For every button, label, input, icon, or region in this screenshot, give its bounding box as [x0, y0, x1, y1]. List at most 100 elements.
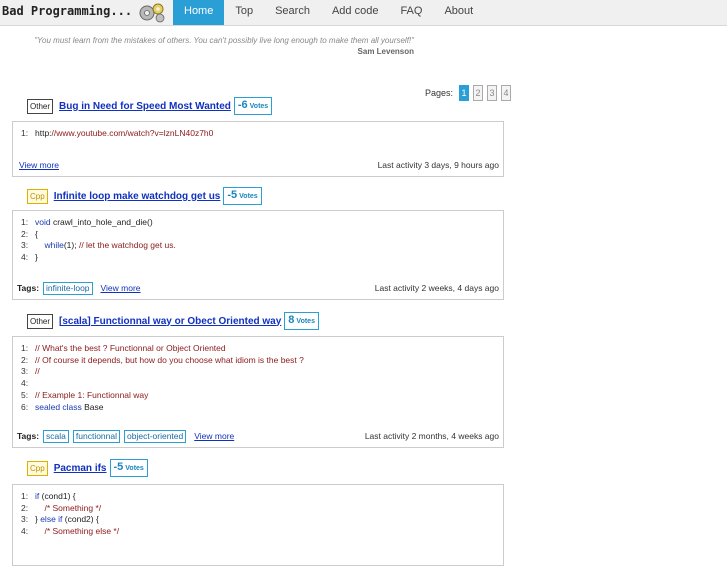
code-panel-3: 1: // What's the best ? Functionnal or Ob… — [12, 336, 504, 448]
code-token: /* Something else */ — [44, 526, 120, 537]
code-token: { — [35, 228, 38, 239]
language-badge: Cpp — [27, 460, 48, 476]
line-number: 3: — [21, 366, 29, 377]
vote-badge[interactable]: -5 Votes — [109, 459, 148, 477]
post-footer: Tags: infinite-loop View more Last activ… — [17, 281, 499, 295]
code-line: 4: — [21, 378, 503, 390]
pagination-label: Pages: — [425, 88, 454, 98]
line-number: 1: — [21, 217, 29, 227]
code-token: void — [35, 217, 51, 227]
view-more-link[interactable]: View more — [194, 431, 234, 441]
post-title-link[interactable]: Bug in Need for Speed Most Wanted — [59, 101, 231, 112]
line-number: 5: — [21, 389, 29, 400]
post-title-link[interactable]: [scala] Functionnal way or Obect Oriente… — [59, 316, 281, 327]
code-line: 1: void crawl_into_hole_and_die() — [21, 217, 503, 229]
tag-object-oriented[interactable]: object-oriented — [124, 429, 187, 443]
vote-badge[interactable]: -6 Votes — [233, 97, 273, 115]
code-token: //www.youtube.com/watch?v=lznLN40z7h0 — [51, 128, 214, 138]
code-token: else if — [40, 514, 63, 525]
code-line: 4: /* Something else */ — [21, 526, 503, 538]
code-line: 6: sealed class Base — [21, 402, 503, 414]
page-link-2[interactable]: 2 — [473, 85, 484, 101]
code-block: 1: http://www.youtube.com/watch?v=lznLN40… — [13, 122, 503, 140]
line-number: 2: — [21, 228, 29, 239]
language-badge: Other — [27, 98, 54, 114]
post-title-link[interactable]: Infinite loop make watchdog get us — [54, 191, 221, 202]
line-number: 4: — [21, 526, 29, 537]
tag-functionnal[interactable]: functionnal — [72, 429, 121, 443]
code-line: 1: http://www.youtube.com/watch?v=lznLN40… — [21, 128, 503, 140]
post-2: Cpp Infinite loop make watchdog get us -… — [27, 187, 262, 205]
post-1: Other Bug in Need for Speed Most Wanted … — [27, 97, 273, 115]
code-token: (cond1) { — [39, 491, 76, 501]
code-line: 3:} else if (cond2) { — [21, 514, 503, 526]
line-number: 1: — [21, 343, 29, 353]
line-number: 2: — [21, 502, 29, 513]
line-number: 3: — [21, 514, 29, 525]
post-4: Cpp Pacman ifs -5 Votes — [27, 459, 148, 477]
post-footer: Tags: scala functionnal object-oriented … — [17, 429, 499, 443]
code-token: // Example 1: Functionnal way — [35, 389, 149, 400]
last-activity: Last activity 3 days, 9 hours ago — [377, 160, 499, 170]
vote-badge[interactable]: -5 Votes — [223, 187, 262, 205]
nav-search[interactable]: Search — [264, 0, 321, 25]
line-number: 6: — [21, 401, 29, 412]
code-panel-4: 1: if (cond1) {2: /* Something */3:} else… — [12, 484, 504, 566]
nav-home[interactable]: Home — [173, 0, 225, 25]
vote-badge[interactable]: 8 Votes — [284, 312, 319, 330]
post-footer: View more Last activity 3 days, 9 hours … — [17, 158, 499, 172]
tags-label: Tags: — [17, 431, 40, 441]
code-block: 1: if (cond1) {2: /* Something */3:} else… — [13, 485, 503, 538]
page-link-3[interactable]: 3 — [487, 85, 498, 101]
line-number: 4: — [21, 252, 29, 263]
page-link-4[interactable]: 4 — [501, 85, 512, 101]
code-token: (cond2) { — [62, 514, 99, 525]
nav-add-code[interactable]: Add code — [321, 0, 389, 25]
post-title-row: Other Bug in Need for Speed Most Wanted … — [27, 97, 273, 115]
tag-infinite-loop[interactable]: infinite-loop — [43, 281, 93, 295]
code-token: // What's the best ? Functionnal or Obje… — [35, 343, 226, 353]
line-number: 4: — [21, 378, 29, 389]
header-quote: "You must learn from the mistakes of oth… — [34, 36, 414, 45]
code-token: /* Something */ — [44, 502, 102, 513]
code-token: (1); — [63, 240, 79, 251]
code-token: } — [35, 252, 38, 263]
line-number: 2: — [21, 354, 29, 365]
tag-scala[interactable]: scala — [43, 429, 69, 443]
language-badge: Other — [27, 313, 54, 329]
code-block: 1: // What's the best ? Functionnal or Ob… — [13, 337, 503, 413]
code-line: 2: /* Something */ — [21, 503, 503, 515]
gears-logo-icon — [139, 3, 165, 23]
view-more-link[interactable]: View more — [101, 283, 141, 293]
code-token: // let the watchdog get us. — [78, 240, 176, 251]
page-link-1[interactable]: 1 — [459, 85, 470, 101]
line-number: 1: — [21, 128, 29, 138]
nav-about[interactable]: About — [433, 0, 484, 25]
code-panel-2: 1: void crawl_into_hole_and_die() 2: {3: wh… — [12, 210, 504, 300]
code-line: 3: // — [21, 366, 503, 378]
language-badge: Cpp — [27, 188, 48, 204]
code-line: 1: if (cond1) { — [21, 491, 503, 503]
tags-label: Tags: — [17, 283, 40, 293]
code-line: 4:} — [21, 252, 503, 264]
quote-author: Sam Levenson — [357, 47, 414, 56]
main-nav: Home Top Search Add code FAQ About — [173, 0, 484, 25]
code-line: 3: while(1); // let the watchdog get us. — [21, 240, 503, 252]
pagination: Pages: 1 2 3 4 — [425, 85, 515, 101]
code-token: // Of course it depends, but how do you … — [35, 354, 304, 365]
top-navbar: Bad Programming... Home Top Search Add c… — [0, 0, 727, 26]
last-activity: Last activity 2 months, 4 weeks ago — [364, 431, 499, 441]
code-token: crawl_into_hole_and_die() — [50, 217, 153, 227]
last-activity: Last activity 2 weeks, 4 days ago — [374, 283, 499, 293]
nav-faq[interactable]: FAQ — [389, 0, 433, 25]
site-brand[interactable]: Bad Programming... — [2, 4, 132, 18]
post-3: Other [scala] Functionnal way or Obect O… — [27, 312, 319, 330]
code-block: 1: void crawl_into_hole_and_die() 2: {3: wh… — [13, 211, 503, 264]
line-number: 3: — [21, 240, 29, 251]
code-token: Base — [81, 401, 104, 412]
post-title-link[interactable]: Pacman ifs — [54, 463, 107, 474]
view-more-link[interactable]: View more — [19, 160, 59, 170]
nav-top[interactable]: Top — [224, 0, 264, 25]
code-token: http: — [35, 128, 52, 138]
code-token: // — [35, 366, 40, 377]
